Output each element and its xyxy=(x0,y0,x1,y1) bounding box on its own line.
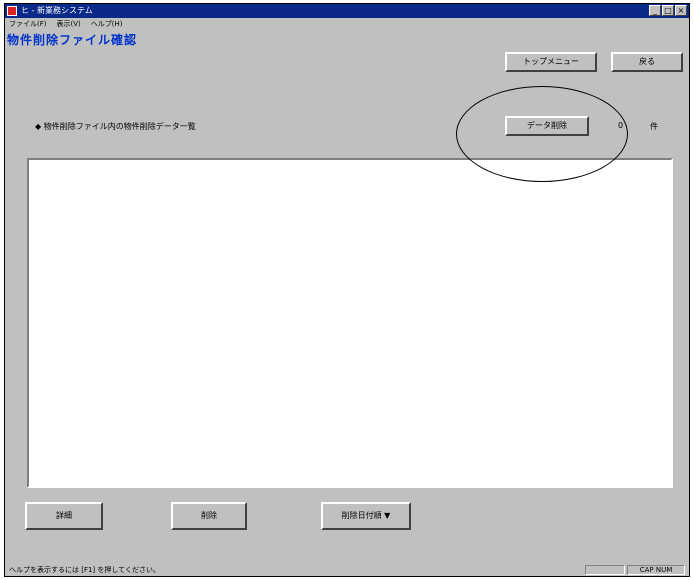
page-title: 物件削除ファイル確認 xyxy=(7,33,138,47)
minimize-button[interactable]: _ xyxy=(649,5,661,16)
delete-button[interactable]: 削除 xyxy=(171,502,247,530)
menu-view[interactable]: 表示(V) xyxy=(57,18,81,30)
list-label: ◆ 物件削除ファイル内の物件削除データ一覧 xyxy=(35,122,196,131)
sort-by-date-button[interactable]: 削除日付順 ▼ xyxy=(321,502,411,530)
maximize-button[interactable]: □ xyxy=(662,5,674,16)
menubar: ファイル(F) 表示(V) ヘルプ(H) xyxy=(5,18,693,30)
menu-help[interactable]: ヘルプ(H) xyxy=(91,18,123,30)
app-window: ヒ - 新業務システム _ □ × ファイル(F) 表示(V) ヘルプ(H) 物… xyxy=(4,3,690,577)
detail-button[interactable]: 詳細 xyxy=(25,502,103,530)
back-button[interactable]: 戻る xyxy=(611,52,683,72)
highlight-circle xyxy=(456,86,628,182)
statusbar: ヘルプを表示するには [F1] を押してください。 CAP NUM xyxy=(5,564,689,576)
window-controls: _ □ × xyxy=(649,5,687,16)
status-panel-caps: CAP NUM xyxy=(627,565,685,575)
status-panel-1 xyxy=(585,565,625,575)
record-count-unit: 件 xyxy=(650,122,658,131)
window-title: ヒ - 新業務システム xyxy=(21,6,93,15)
top-menu-button[interactable]: トップメニュー xyxy=(505,52,597,72)
status-message: ヘルプを表示するには [F1] を押してください。 xyxy=(9,566,160,574)
titlebar[interactable]: ヒ - 新業務システム _ □ × xyxy=(5,4,689,18)
app-icon[interactable] xyxy=(7,6,17,16)
close-button[interactable]: × xyxy=(675,5,687,16)
data-listbox[interactable] xyxy=(27,158,673,488)
menu-file[interactable]: ファイル(F) xyxy=(9,18,47,30)
